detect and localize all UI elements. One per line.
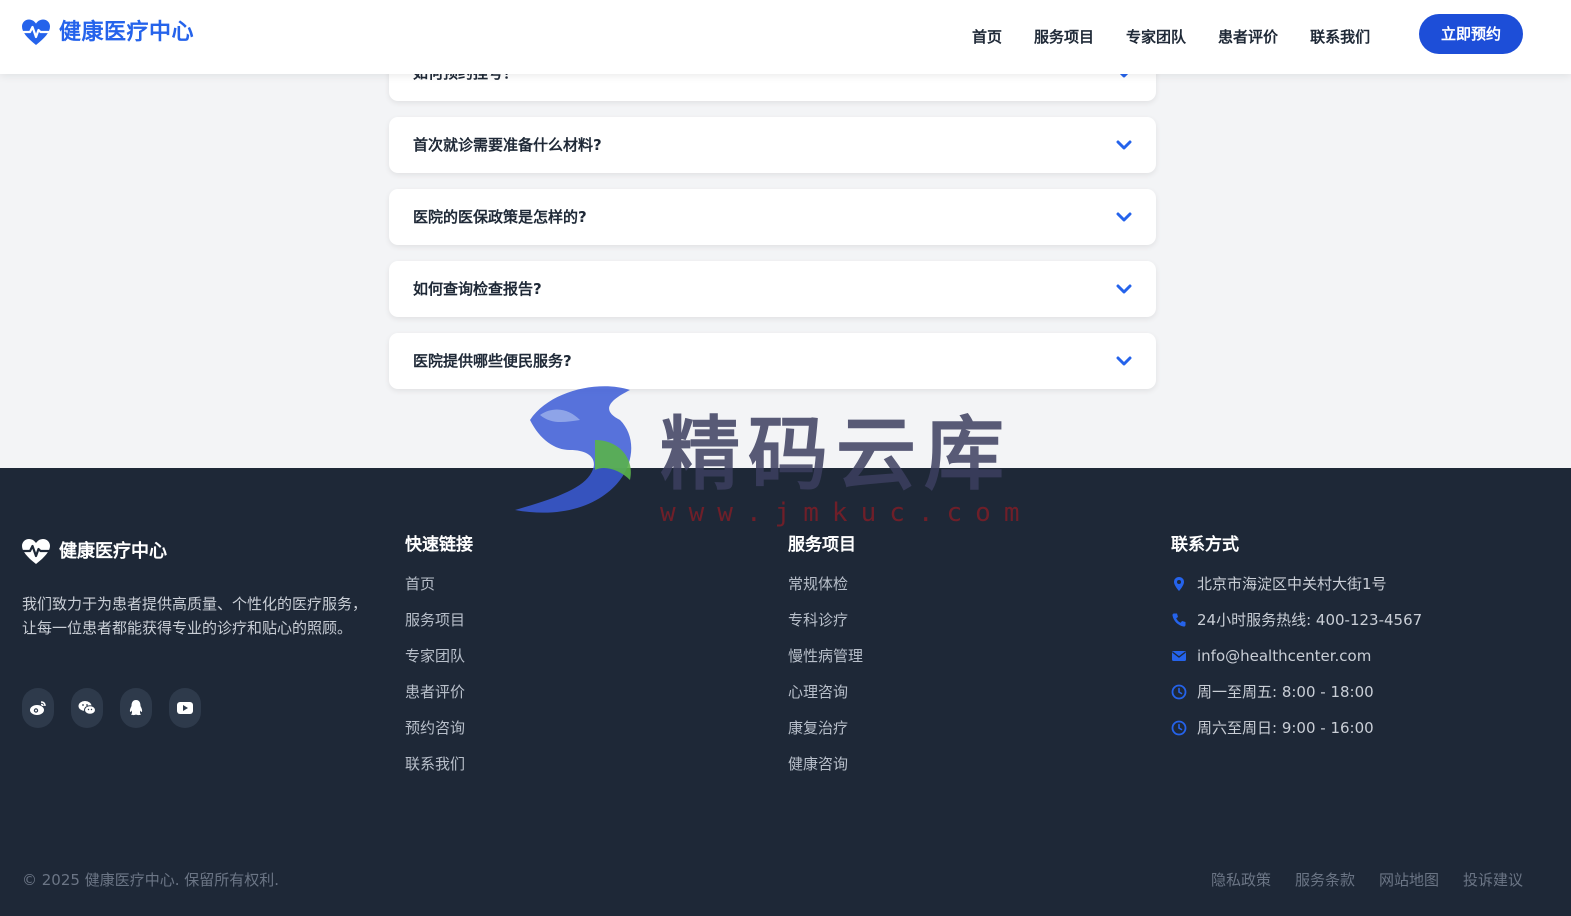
contact-hours-weekend: 周六至周日: 9:00 - 16:00 (1171, 718, 1422, 738)
faq-item[interactable]: 医院提供哪些便民服务? (389, 333, 1156, 389)
footer-link-home[interactable]: 首页 (405, 574, 473, 594)
brand-logo[interactable]: 健康医疗中心 (21, 18, 194, 48)
footer-bottom-links: 隐私政策 服务条款 网站地图 投诉建议 (1187, 870, 1523, 890)
nav-contact[interactable]: 联系我们 (1310, 27, 1370, 47)
privacy-link[interactable]: 隐私政策 (1211, 870, 1271, 890)
chevron-down-icon (1116, 284, 1132, 294)
footer-brand-name: 健康医疗中心 (59, 541, 167, 562)
contact-hours-weekday: 周一至周五: 8:00 - 18:00 (1171, 682, 1422, 702)
faq-item[interactable]: 首次就诊需要准备什么材料? (389, 117, 1156, 173)
chevron-down-icon (1116, 356, 1132, 366)
service-link[interactable]: 康复治疗 (788, 718, 863, 738)
services-column: 服务项目 常规体检 专科诊疗 慢性病管理 心理咨询 康复治疗 健康咨询 (788, 534, 863, 790)
faq-question: 如何查询检查报告? (413, 280, 542, 298)
weibo-button[interactable] (22, 688, 54, 728)
service-link[interactable]: 心理咨询 (788, 682, 863, 702)
nav-experts[interactable]: 专家团队 (1126, 27, 1186, 47)
book-now-button[interactable]: 立即预约 (1419, 14, 1523, 54)
service-link[interactable]: 健康咨询 (788, 754, 863, 774)
youtube-button[interactable] (169, 688, 201, 728)
copyright: © 2025 健康医疗中心. 保留所有权利. (22, 871, 280, 889)
terms-link[interactable]: 服务条款 (1295, 870, 1355, 890)
contact-column: 联系方式 北京市海淀区中关村大街1号 24小时服务热线: 400-123-456… (1171, 534, 1422, 754)
qq-icon (129, 700, 143, 716)
heartbeat-icon (21, 539, 51, 564)
location-icon (1174, 577, 1184, 591)
faq-question: 医院的医保政策是怎样的? (413, 208, 587, 226)
phone-icon (1172, 613, 1186, 627)
sitemap-link[interactable]: 网站地图 (1379, 870, 1439, 890)
chevron-down-icon (1116, 140, 1132, 150)
wechat-button[interactable] (71, 688, 103, 728)
quick-links-title: 快速链接 (405, 535, 473, 555)
service-link[interactable]: 专科诊疗 (788, 610, 863, 630)
site-footer: 健康医疗中心 我们致力于为患者提供高质量、个性化的医疗服务，让每一位患者都能获得… (0, 468, 1571, 916)
brand-name: 健康医疗中心 (59, 20, 195, 45)
faq-question: 医院提供哪些便民服务? (413, 352, 572, 370)
heartbeat-icon (21, 19, 51, 45)
footer-link-booking[interactable]: 预约咨询 (405, 718, 473, 738)
faq-question: 首次就诊需要准备什么材料? (413, 136, 602, 154)
wechat-icon (78, 701, 96, 715)
social-links (22, 688, 218, 728)
contact-phone: 24小时服务热线: 400-123-4567 (1171, 610, 1422, 630)
site-header: 健康医疗中心 首页 服务项目 专家团队 患者评价 联系我们 立即预约 (0, 0, 1571, 74)
nav-services[interactable]: 服务项目 (1034, 27, 1094, 47)
contact-address: 北京市海淀区中关村大街1号 (1171, 574, 1422, 594)
footer-link-contact[interactable]: 联系我们 (405, 754, 473, 774)
main-nav: 首页 服务项目 专家团队 患者评价 联系我们 (972, 0, 1402, 74)
youtube-icon (177, 702, 193, 714)
complaint-link[interactable]: 投诉建议 (1463, 870, 1523, 890)
email-icon (1172, 651, 1186, 661)
nav-home[interactable]: 首页 (972, 27, 1002, 47)
weibo-icon (30, 701, 46, 715)
footer-link-reviews[interactable]: 患者评价 (405, 682, 473, 702)
clock-icon (1171, 684, 1187, 700)
nav-reviews[interactable]: 患者评价 (1218, 27, 1278, 47)
service-link[interactable]: 常规体检 (788, 574, 863, 594)
clock-icon (1171, 720, 1187, 736)
quick-links-column: 快速链接 首页 服务项目 专家团队 患者评价 预约咨询 联系我们 (405, 534, 473, 790)
footer-link-experts[interactable]: 专家团队 (405, 646, 473, 666)
qq-button[interactable] (120, 688, 152, 728)
footer-brand[interactable]: 健康医疗中心 (21, 538, 167, 566)
services-title: 服务项目 (788, 535, 856, 555)
faq-item[interactable]: 医院的医保政策是怎样的? (389, 189, 1156, 245)
contact-email: info@healthcenter.com (1171, 646, 1422, 666)
faq-item[interactable]: 如何查询检查报告? (389, 261, 1156, 317)
contact-title: 联系方式 (1171, 535, 1239, 555)
footer-description: 我们致力于为患者提供高质量、个性化的医疗服务，让每一位患者都能获得专业的诊疗和贴… (22, 595, 368, 637)
chevron-down-icon (1116, 212, 1132, 222)
footer-link-services[interactable]: 服务项目 (405, 610, 473, 630)
service-link[interactable]: 慢性病管理 (788, 646, 863, 666)
